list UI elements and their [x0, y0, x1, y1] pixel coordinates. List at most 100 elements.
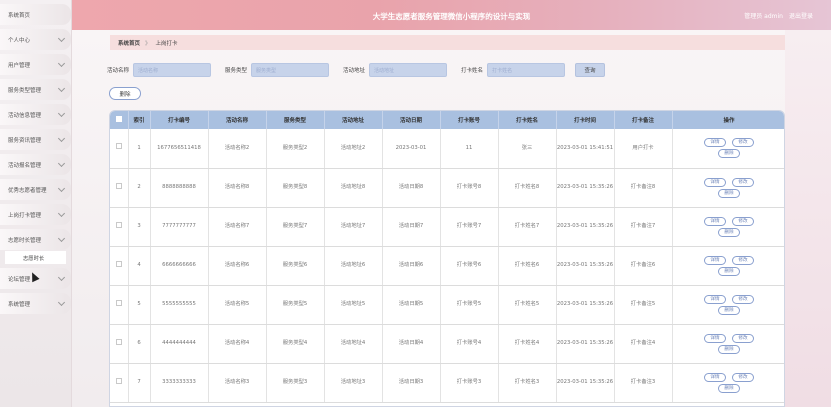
sidebar-item-label: 优秀志愿者管理 — [8, 187, 47, 194]
row-actions: 详情 修改 删除 — [672, 285, 784, 325]
sidebar-item-label: 系统管理 — [8, 301, 31, 308]
edit-button[interactable]: 修改 — [732, 372, 754, 382]
activity-place-input[interactable]: 活动地址 — [369, 63, 448, 77]
current-user: 管理员 admin — [744, 13, 783, 20]
cell-person: 打卡姓名4 — [498, 324, 557, 364]
delete-button[interactable]: 删除 — [718, 227, 740, 237]
cell-name: 活动名称7 — [208, 207, 267, 247]
table-row[interactable]: 6 4444444444 活动名称4 服务类型4 活动地址4 活动日期4 打卡账号4 打卡姓名… — [110, 324, 784, 364]
query-button[interactable]: 查询 — [575, 63, 606, 77]
sidebar-item-label: 活动报名管理 — [8, 162, 42, 169]
delete-button[interactable]: 删除 — [718, 149, 740, 159]
detail-button[interactable]: 详情 — [704, 177, 726, 187]
batch-delete-button[interactable]: 删除 — [109, 87, 141, 100]
row-select-cell[interactable] — [110, 324, 129, 364]
detail-button[interactable]: 详情 — [704, 333, 726, 343]
sidebar-item[interactable]: 活动报名管理 — [0, 154, 71, 175]
row-select-cell[interactable] — [110, 207, 129, 247]
row-checkbox[interactable] — [115, 260, 122, 267]
row-select-cell[interactable] — [110, 363, 129, 403]
chevron-down-icon — [57, 84, 66, 93]
chevron-down-icon — [57, 134, 66, 143]
delete-button[interactable]: 删除 — [718, 305, 740, 315]
edit-button[interactable]: 修改 — [732, 177, 754, 187]
edit-button[interactable]: 修改 — [732, 138, 754, 148]
sidebar-item-label: 用户管理 — [8, 62, 31, 69]
cell-time: 2023-03-01 15:41:51 — [556, 129, 615, 169]
cell-person: 打卡姓名5 — [498, 285, 557, 325]
cell-date: 活动日期3 — [382, 363, 441, 403]
sidebar-item-label: 活动信息管理 — [8, 112, 42, 119]
sidebar-item[interactable]: 服务类型管理 — [0, 79, 71, 100]
cell-index: 3 — [128, 207, 151, 247]
sidebar-item-label: 服务资讯管理 — [8, 137, 42, 144]
logout-link[interactable]: 退出登录 — [789, 11, 813, 20]
activity-name-input[interactable]: 活动名称 — [133, 63, 212, 77]
sidebar-item[interactable]: 用户管理 — [0, 54, 71, 75]
delete-button[interactable]: 删除 — [718, 344, 740, 354]
table-row[interactable]: 1 1677656511418 活动名称2 服务类型2 活动地址2 2023-03-01 1… — [110, 129, 784, 169]
table-row[interactable]: 7 3333333333 活动名称3 服务类型3 活动地址3 活动日期3 打卡账号3 打卡姓名… — [110, 363, 784, 403]
sidebar-item[interactable]: 服务资讯管理 — [0, 129, 71, 150]
chevron-down-icon — [57, 298, 66, 307]
sidebar-item[interactable]: 优秀志愿者管理 — [0, 179, 71, 200]
edit-button[interactable]: 修改 — [732, 216, 754, 226]
cell-place: 活动地址7 — [324, 207, 383, 247]
delete-button[interactable]: 删除 — [718, 266, 740, 276]
cell-date: 活动日期7 — [382, 207, 441, 247]
cell-index: 6 — [128, 324, 151, 364]
sidebar-item[interactable]: 活动信息管理 — [0, 104, 71, 125]
sidebar-item[interactable]: 系统管理 — [0, 293, 71, 314]
table-row[interactable]: 2 8888888888 活动名称8 服务类型8 活动地址8 活动日期8 打卡账号8 打卡姓名… — [110, 168, 784, 208]
cell-name: 活动名称6 — [208, 246, 267, 286]
cell-place: 活动地址5 — [324, 285, 383, 325]
table-row[interactable]: 4 6666666666 活动名称6 服务类型6 活动地址6 活动日期6 打卡账号6 打卡姓名… — [110, 246, 784, 286]
cell-time: 2023-03-01 15:35:26 — [556, 363, 615, 403]
sidebar-item-label: 论坛管理 — [8, 276, 31, 283]
row-select-cell[interactable] — [110, 246, 129, 286]
chevron-down-icon — [57, 234, 66, 243]
row-checkbox[interactable] — [115, 221, 122, 228]
detail-button[interactable]: 详情 — [704, 216, 726, 226]
delete-button[interactable]: 删除 — [718, 383, 740, 393]
cell-person: 张三 — [498, 129, 557, 169]
row-checkbox[interactable] — [115, 182, 122, 189]
sidebar-item[interactable]: 志愿时长管理 — [0, 229, 71, 250]
table-row[interactable]: 5 5555555555 活动名称5 服务类型5 活动地址5 活动日期5 打卡账号5 打卡姓名… — [110, 285, 784, 325]
sidebar-subitem[interactable]: 志愿时长 — [5, 251, 66, 264]
edit-button[interactable]: 修改 — [732, 255, 754, 265]
detail-button[interactable]: 详情 — [704, 372, 726, 382]
checkin-name-input[interactable]: 打卡姓名 — [487, 63, 566, 77]
column-header: 打卡姓名 — [498, 111, 557, 129]
row-select-cell[interactable] — [110, 129, 129, 169]
breadcrumb-home[interactable]: 系统首页 — [118, 39, 140, 47]
edit-button[interactable]: 修改 — [732, 333, 754, 343]
row-actions: 详情 修改 删除 — [672, 246, 784, 286]
detail-button[interactable]: 详情 — [704, 255, 726, 265]
chevron-down-icon — [57, 273, 66, 282]
select-all-header[interactable] — [110, 111, 129, 129]
filter-bar: 活动名称 活动名称 服务类型 服务类型 活动地址 活动地址 打卡姓名 打卡姓名 … — [107, 63, 606, 77]
delete-button[interactable]: 删除 — [718, 188, 740, 198]
table-row[interactable]: 3 7777777777 活动名称7 服务类型7 活动地址7 活动日期7 打卡账号7 打卡姓名… — [110, 207, 784, 247]
row-checkbox[interactable] — [115, 143, 122, 150]
breadcrumb: 系统首页 》 上岗打卡 — [110, 35, 785, 50]
sidebar-item[interactable]: 个人中心 — [0, 29, 71, 50]
sidebar-item[interactable]: 系统首页 — [0, 4, 71, 25]
row-checkbox[interactable] — [115, 299, 122, 306]
edit-button[interactable]: 修改 — [732, 294, 754, 304]
cell-account: 打卡账号3 — [440, 363, 499, 403]
cell-date: 活动日期6 — [382, 246, 441, 286]
row-select-cell[interactable] — [110, 168, 129, 208]
detail-button[interactable]: 详情 — [704, 138, 726, 148]
select-all-checkbox[interactable] — [115, 116, 122, 122]
service-type-input[interactable]: 服务类型 — [251, 63, 330, 77]
cell-note: 打卡备注3 — [614, 363, 673, 403]
cell-person: 打卡姓名3 — [498, 363, 557, 403]
row-select-cell[interactable] — [110, 285, 129, 325]
cell-type: 服务类型5 — [266, 285, 325, 325]
row-checkbox[interactable] — [115, 377, 122, 384]
sidebar-item[interactable]: 上岗打卡管理 — [0, 204, 71, 225]
row-checkbox[interactable] — [115, 338, 122, 345]
detail-button[interactable]: 详情 — [704, 294, 726, 304]
